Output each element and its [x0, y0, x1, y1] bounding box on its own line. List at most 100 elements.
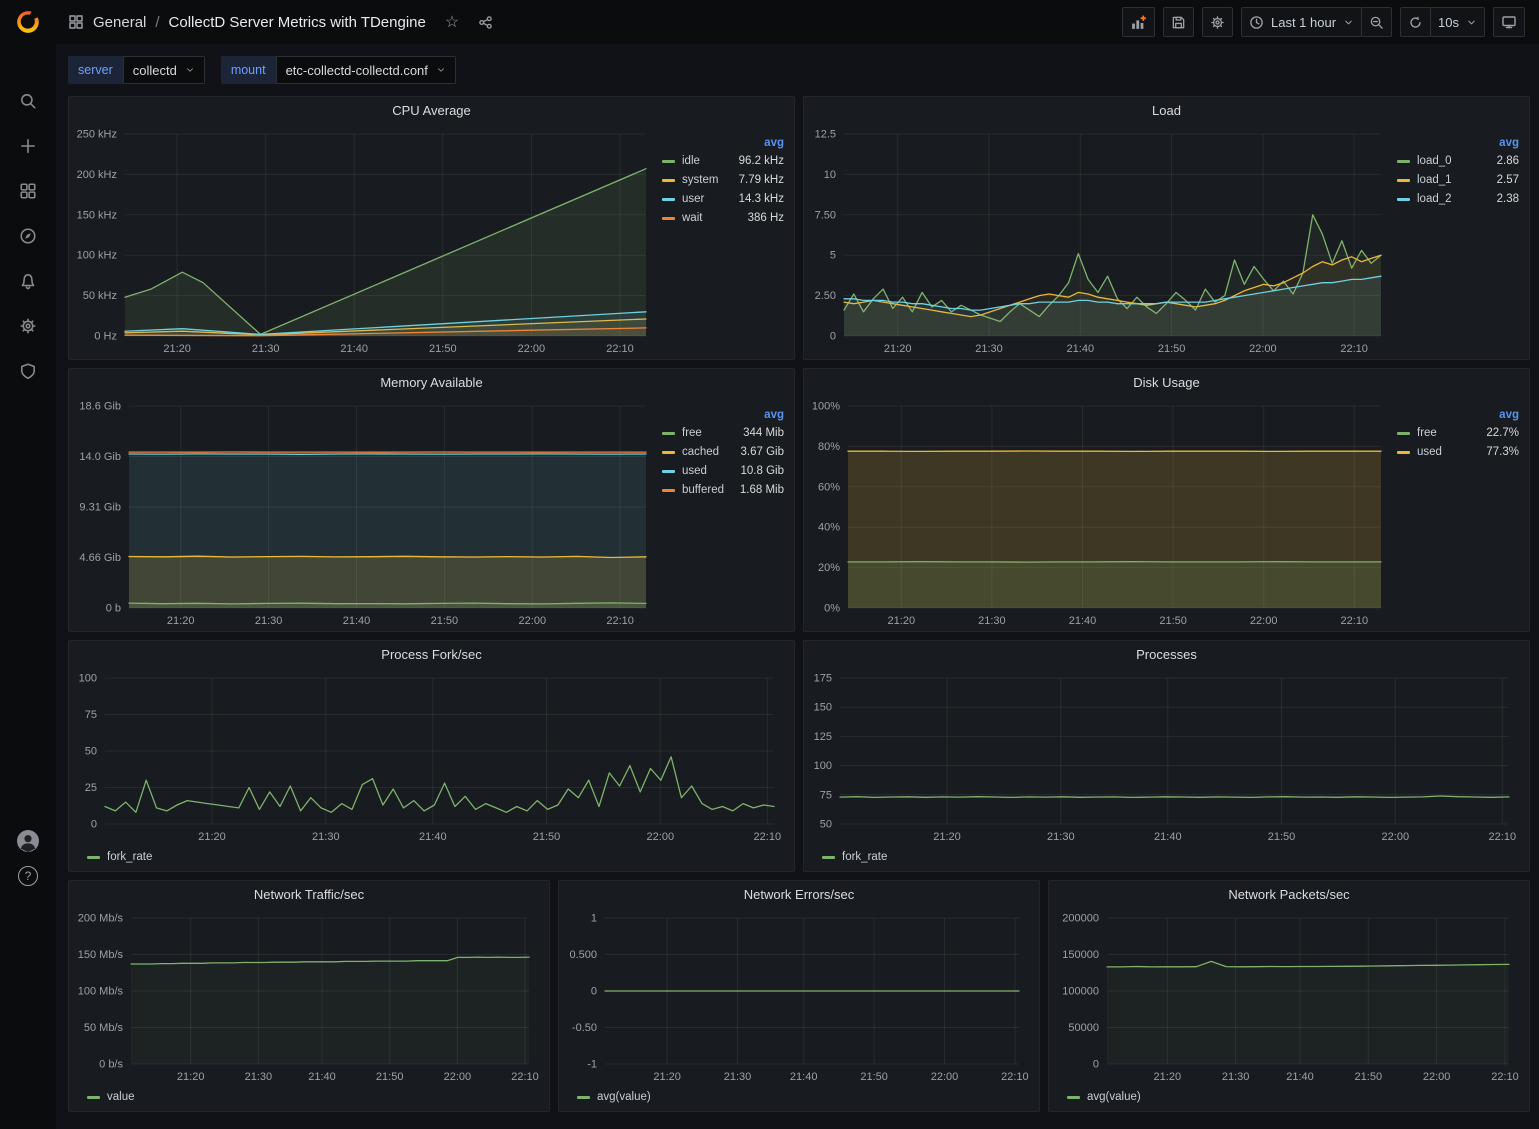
- chart-plot[interactable]: 21:2021:3021:4021:5022:0022:100 Hz50 kHz…: [73, 124, 662, 357]
- svg-text:0: 0: [830, 331, 836, 343]
- svg-text:21:40: 21:40: [343, 615, 371, 627]
- star-icon[interactable]: ☆: [445, 12, 459, 32]
- series-avg-value: 22.7%: [1486, 427, 1519, 439]
- variable-mount-value-dropdown[interactable]: etc-collectd-collectd.conf: [276, 56, 456, 84]
- svg-text:21:50: 21:50: [1159, 615, 1187, 627]
- panel-title[interactable]: Process Fork/sec: [69, 641, 794, 668]
- variable-server: server collectd: [68, 56, 205, 84]
- legend-avg-header[interactable]: avg: [662, 137, 784, 149]
- dashboard-settings-button[interactable]: [1202, 7, 1233, 37]
- panel-title[interactable]: Processes: [804, 641, 1529, 668]
- legend-item[interactable]: load_22.38: [1397, 193, 1519, 205]
- add-panel-button[interactable]: [1122, 7, 1155, 37]
- time-range-picker[interactable]: Last 1 hour: [1241, 7, 1362, 37]
- create-plus-icon[interactable]: [17, 135, 39, 157]
- legend-avg-header[interactable]: avg: [662, 409, 784, 421]
- time-range-label: Last 1 hour: [1271, 15, 1336, 30]
- refresh-button[interactable]: [1400, 7, 1431, 37]
- refresh-interval-picker[interactable]: 10s: [1430, 7, 1485, 37]
- zoom-out-button[interactable]: [1361, 7, 1392, 37]
- variable-server-value-dropdown[interactable]: collectd: [123, 56, 205, 84]
- panel-title[interactable]: Load: [804, 97, 1529, 124]
- series-color-dash: [662, 432, 675, 435]
- panel-network-errors: Network Errors/sec 21:2021:3021:4021:502…: [558, 880, 1040, 1112]
- legend-item[interactable]: used77.3%: [1397, 446, 1519, 458]
- chart-plot[interactable]: 21:2021:3021:4021:5022:0022:100 b4.66 Gi…: [73, 396, 662, 629]
- legend-item[interactable]: load_02.86: [1397, 155, 1519, 167]
- server-admin-shield-icon[interactable]: [17, 360, 39, 382]
- panel-title[interactable]: Network Errors/sec: [559, 881, 1039, 908]
- chart-plot[interactable]: 21:2021:3021:4021:5022:0022:1002.5057.50…: [808, 124, 1397, 357]
- grafana-logo-icon: [15, 9, 41, 35]
- legend-avg-header[interactable]: avg: [1397, 137, 1519, 149]
- svg-text:21:30: 21:30: [252, 343, 280, 355]
- chart-canvas: 21:2021:3021:4021:5022:0022:100 Hz50 kHz…: [73, 124, 662, 357]
- svg-text:5: 5: [830, 250, 836, 262]
- tv-kiosk-mode-button[interactable]: [1493, 7, 1525, 37]
- chart-legend: fork_rate: [73, 845, 790, 869]
- chart-plot[interactable]: 21:2021:3021:4021:5022:0022:100255075100: [73, 668, 790, 845]
- panel-title[interactable]: Network Packets/sec: [1049, 881, 1529, 908]
- svg-text:100 Mb/s: 100 Mb/s: [78, 986, 124, 998]
- series-avg-value: 14.3 kHz: [739, 193, 784, 205]
- chart-legend: avg(value): [563, 1085, 1035, 1109]
- series-avg-value: 344 Mib: [743, 427, 784, 439]
- panel-cpu-average: CPU Average 21:2021:3021:4021:5022:0022:…: [68, 96, 795, 360]
- legend-item[interactable]: user14.3 kHz: [662, 193, 784, 205]
- help-icon[interactable]: ?: [18, 866, 38, 886]
- svg-text:21:50: 21:50: [376, 1071, 404, 1083]
- svg-text:21:30: 21:30: [245, 1071, 273, 1083]
- legend-avg-header[interactable]: avg: [1397, 409, 1519, 421]
- series-name: load_2: [1417, 193, 1452, 205]
- svg-text:21:40: 21:40: [419, 831, 447, 843]
- dashboards-icon[interactable]: [17, 180, 39, 202]
- panel-title[interactable]: Network Traffic/sec: [69, 881, 549, 908]
- legend-item[interactable]: wait386 Hz: [662, 212, 784, 224]
- svg-text:21:50: 21:50: [431, 615, 459, 627]
- legend-item[interactable]: avg(value): [577, 1091, 651, 1103]
- series-name: used: [1417, 446, 1442, 458]
- legend-item[interactable]: buffered1.68 Mib: [662, 484, 784, 496]
- chart-plot[interactable]: 21:2021:3021:4021:5022:0022:10-1-0.5000.…: [563, 908, 1035, 1085]
- panel-title[interactable]: CPU Average: [69, 97, 794, 124]
- legend-item[interactable]: idle96.2 kHz: [662, 155, 784, 167]
- legend-item[interactable]: used10.8 Gib: [662, 465, 784, 477]
- chart-plot[interactable]: 21:2021:3021:4021:5022:0022:100%20%40%60…: [808, 396, 1397, 629]
- svg-text:200 Mb/s: 200 Mb/s: [78, 913, 124, 925]
- svg-text:22:00: 22:00: [519, 615, 547, 627]
- explore-compass-icon[interactable]: [17, 225, 39, 247]
- legend-item[interactable]: value: [87, 1091, 135, 1103]
- alerting-bell-icon[interactable]: [17, 270, 39, 292]
- series-avg-value: 3.67 Gib: [741, 446, 784, 458]
- chart-plot[interactable]: 21:2021:3021:4021:5022:0022:100500001000…: [1053, 908, 1525, 1085]
- share-icon[interactable]: [478, 15, 493, 30]
- panel-title[interactable]: Memory Available: [69, 369, 794, 396]
- legend-item[interactable]: free22.7%: [1397, 427, 1519, 439]
- legend-item[interactable]: load_12.57: [1397, 174, 1519, 186]
- svg-text:1: 1: [591, 913, 597, 925]
- left-sidebar: ?: [0, 0, 56, 1129]
- breadcrumb-folder[interactable]: General: [93, 14, 146, 31]
- legend-item[interactable]: avg(value): [1067, 1091, 1141, 1103]
- legend-item[interactable]: fork_rate: [822, 851, 887, 863]
- panel-title[interactable]: Disk Usage: [804, 369, 1529, 396]
- chart-plot[interactable]: 21:2021:3021:4021:5022:0022:100 b/s50 Mb…: [73, 908, 545, 1085]
- search-icon[interactable]: [17, 90, 39, 112]
- legend-item[interactable]: system7.79 kHz: [662, 174, 784, 186]
- user-avatar[interactable]: [17, 830, 39, 852]
- chart-plot[interactable]: 21:2021:3021:4021:5022:0022:105075100125…: [808, 668, 1525, 845]
- series-avg-value: 1.68 Mib: [740, 484, 784, 496]
- save-dashboard-button[interactable]: [1163, 7, 1194, 37]
- svg-text:22:10: 22:10: [1001, 1071, 1029, 1083]
- legend-item[interactable]: cached3.67 Gib: [662, 446, 784, 458]
- dashboard-title[interactable]: CollectD Server Metrics with TDengine: [169, 14, 426, 31]
- series-color-dash: [1397, 198, 1410, 201]
- svg-text:21:30: 21:30: [724, 1071, 752, 1083]
- svg-text:75: 75: [85, 709, 97, 721]
- grafana-logo[interactable]: [0, 0, 56, 44]
- legend-item[interactable]: fork_rate: [87, 851, 152, 863]
- legend-item[interactable]: free344 Mib: [662, 427, 784, 439]
- svg-text:21:20: 21:20: [198, 831, 226, 843]
- dashboard-grid: CPU Average 21:2021:3021:4021:5022:0022:…: [56, 96, 1539, 1128]
- configuration-gear-icon[interactable]: [17, 315, 39, 337]
